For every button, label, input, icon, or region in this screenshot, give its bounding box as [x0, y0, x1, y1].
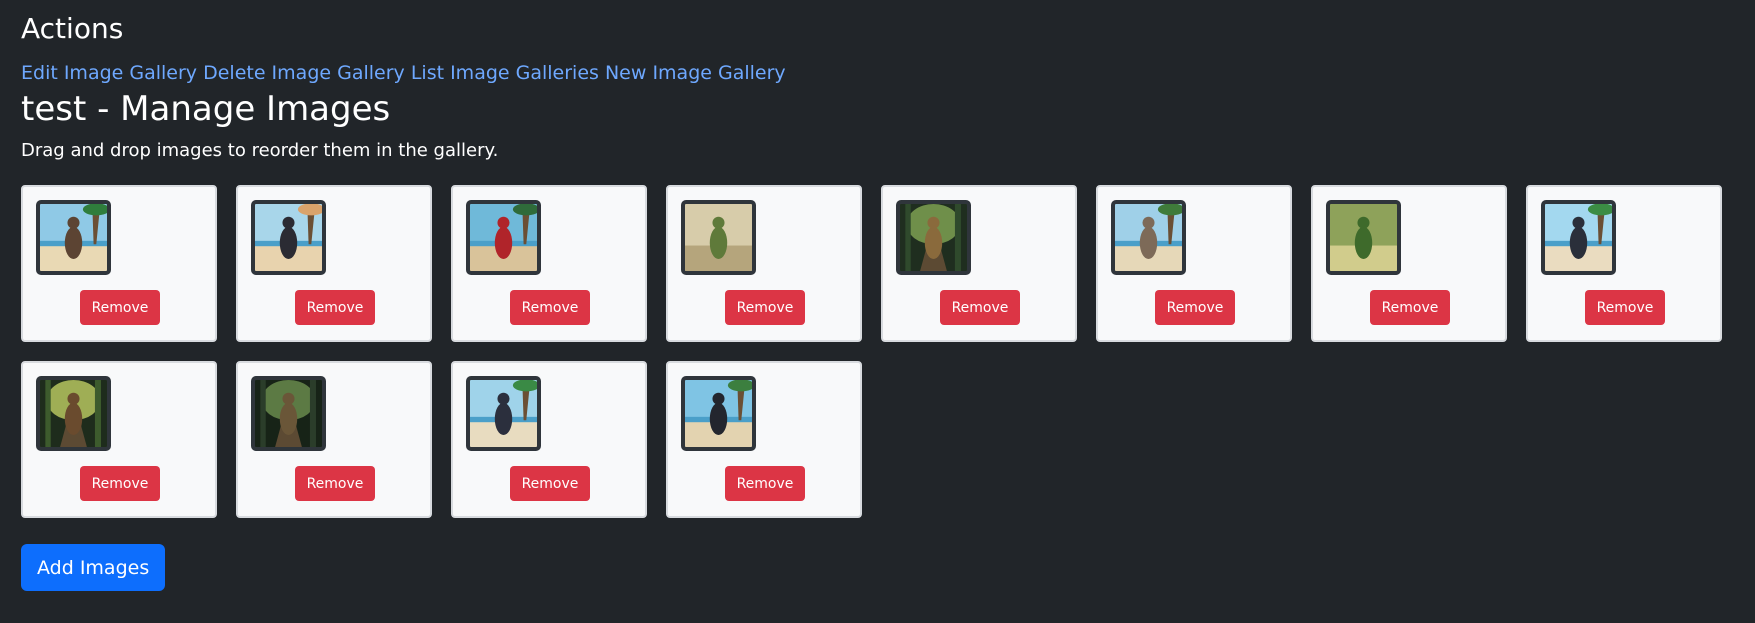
gallery-image-card[interactable]: Remove: [21, 185, 217, 342]
reorder-instructions: Drag and drop images to reorder them in …: [21, 140, 499, 161]
new-gallery-link[interactable]: New Image Gallery: [605, 62, 786, 84]
remove-image-button[interactable]: Remove: [295, 466, 375, 501]
gallery-image-thumbnail: [251, 376, 326, 451]
remove-image-button[interactable]: Remove: [510, 290, 590, 325]
gallery-image-thumbnail: [896, 200, 971, 275]
actions-link-bar: Edit Image Gallery Delete Image Gallery …: [21, 61, 1734, 85]
remove-image-button[interactable]: Remove: [510, 466, 590, 501]
add-images-button[interactable]: Add Images: [21, 544, 166, 591]
page-container: Actions Edit Image Gallery Delete Image …: [0, 0, 1755, 591]
gallery-image-card[interactable]: Remove: [451, 185, 647, 342]
page-title: test - Manage Images: [21, 89, 391, 129]
gallery-image-thumbnail: [1541, 200, 1616, 275]
delete-gallery-link[interactable]: Delete Image Gallery: [203, 62, 405, 84]
remove-image-button[interactable]: Remove: [940, 290, 1020, 325]
actions-heading: Actions: [21, 12, 124, 45]
remove-image-button[interactable]: Remove: [725, 466, 805, 501]
gallery-image-card[interactable]: Remove: [451, 361, 647, 518]
gallery-image-card[interactable]: Remove: [236, 361, 432, 518]
gallery-image-card[interactable]: Remove: [666, 361, 862, 518]
gallery-image-thumbnail: [36, 200, 111, 275]
list-galleries-link[interactable]: List Image Galleries: [411, 62, 599, 84]
gallery-image-card[interactable]: Remove: [666, 185, 862, 342]
gallery-image-card[interactable]: Remove: [236, 185, 432, 342]
gallery-image-thumbnail: [1326, 200, 1401, 275]
gallery-image-card[interactable]: Remove: [1311, 185, 1507, 342]
gallery-image-card[interactable]: Remove: [881, 185, 1077, 342]
gallery-image-thumbnail: [466, 200, 541, 275]
gallery-image-thumbnail: [251, 200, 326, 275]
gallery-image-card[interactable]: Remove: [21, 361, 217, 518]
remove-image-button[interactable]: Remove: [725, 290, 805, 325]
gallery-image-thumbnail: [466, 376, 541, 451]
edit-gallery-link[interactable]: Edit Image Gallery: [21, 62, 197, 84]
remove-image-button[interactable]: Remove: [1585, 290, 1665, 325]
gallery-image-thumbnail: [36, 376, 111, 451]
gallery-image-thumbnail: [1111, 200, 1186, 275]
gallery-image-card[interactable]: Remove: [1096, 185, 1292, 342]
remove-image-button[interactable]: Remove: [295, 290, 375, 325]
gallery-image-thumbnail: [681, 200, 756, 275]
gallery-image-thumbnail: [681, 376, 756, 451]
remove-image-button[interactable]: Remove: [1155, 290, 1235, 325]
gallery-image-card[interactable]: Remove: [1526, 185, 1722, 342]
remove-image-button[interactable]: Remove: [80, 466, 160, 501]
image-grid: Remove Remove Remove Remove Remove Remove Remo…: [21, 185, 1734, 518]
remove-image-button[interactable]: Remove: [1370, 290, 1450, 325]
remove-image-button[interactable]: Remove: [80, 290, 160, 325]
